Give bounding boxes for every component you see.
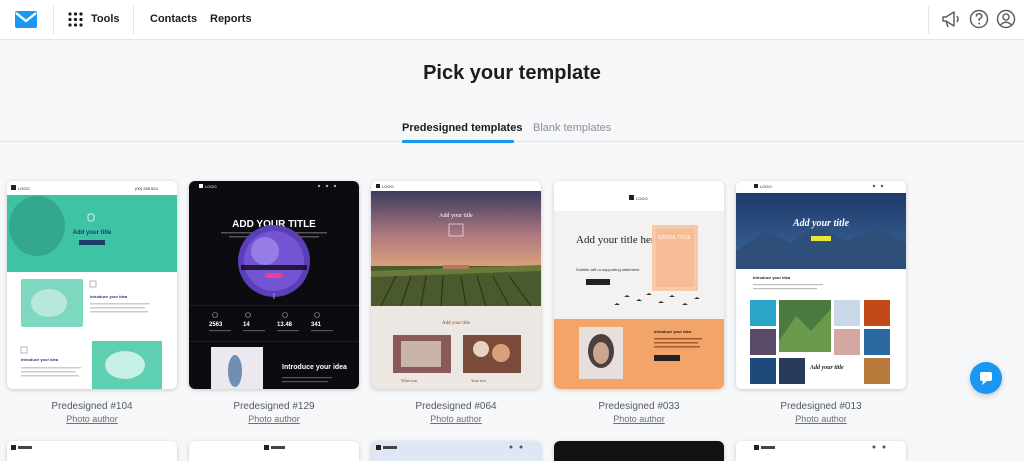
thumb-logo: LOGO: [636, 196, 648, 201]
thumb-stat-2: 14: [243, 322, 250, 328]
divider: [133, 6, 134, 34]
thumb-hero-title: Add your title: [792, 218, 850, 229]
thumb-section-title: Introduce your idea: [753, 275, 791, 280]
nav-contacts[interactable]: Contacts: [150, 13, 197, 25]
template-card-next-row[interactable]: [554, 441, 724, 461]
apps-grid-icon[interactable]: [68, 12, 83, 27]
megaphone-icon[interactable]: [940, 8, 962, 30]
template-card-064[interactable]: LOGO Add your title Add your title Wine …: [371, 181, 541, 389]
template-name: Predesigned #104: [51, 401, 133, 412]
template-thumbnail: [736, 441, 906, 461]
thumb-stat-3: 13.48: [277, 322, 293, 328]
thumb-section-title: Introduce your idea: [282, 364, 347, 371]
template-thumbnail: LOGO ADD YOUR TITLE 2563 14 13.48 341 In…: [189, 181, 359, 389]
thumb-logo: LOGO: [205, 184, 217, 189]
thumb-subtitle: Subtitle with a supporting statement: [576, 267, 640, 272]
thumb-caption-2: Your text: [471, 378, 487, 383]
chat-icon: [980, 372, 992, 385]
logo-icon[interactable]: [15, 11, 37, 28]
thumb-overlay-title: Add your title: [809, 365, 844, 371]
tab-blank-templates[interactable]: Blank templates: [533, 122, 611, 134]
template-card-next-row[interactable]: [7, 441, 177, 461]
thumb-section-title-2: Introduce your idea: [21, 357, 59, 362]
thumb-section-title: Introduce your idea: [654, 329, 692, 334]
thumb-phone: (00) 255 624: [135, 186, 158, 191]
template-card-next-row[interactable]: [189, 441, 359, 461]
template-card-next-row[interactable]: [371, 441, 541, 461]
thumb-stat-4: 341: [311, 322, 322, 328]
template-thumbnail: LOGO Add your title here Subtitle with a…: [554, 181, 724, 389]
thumb-hero-title: Add your title: [73, 230, 112, 236]
photo-author-link[interactable]: Photo author: [7, 414, 177, 424]
template-thumbnail: LOGO (00) 255 624 Add your title Introdu…: [7, 181, 177, 389]
tools-menu[interactable]: Tools: [91, 13, 120, 25]
template-card-013[interactable]: LOGO Add your title Introduce your idea …: [736, 181, 906, 389]
photo-author-link[interactable]: Photo author: [736, 414, 906, 424]
thumb-section-title: Add your title: [442, 321, 471, 326]
template-name: Predesigned #013: [780, 401, 862, 412]
template-thumbnail: LOGO Add your title Introduce your idea …: [736, 181, 906, 389]
thumb-hero-title: Add your title here: [576, 234, 660, 246]
nav-reports[interactable]: Reports: [210, 13, 252, 25]
active-tab-indicator: [402, 140, 514, 143]
template-name: Predesigned #129: [233, 401, 315, 412]
template-name: Predesigned #033: [598, 401, 680, 412]
thumb-section-title: Introduce your idea: [90, 294, 128, 299]
thumb-hero-title: Add your title: [439, 213, 473, 219]
divider: [53, 6, 54, 34]
template-thumbnail: [189, 441, 359, 461]
thumb-logo: LOGO: [382, 184, 394, 189]
top-navigation-bar: Tools Contacts Reports: [0, 0, 1024, 40]
thumb-logo: LOGO: [760, 184, 772, 189]
account-icon[interactable]: [995, 8, 1017, 30]
template-name: Predesigned #064: [415, 401, 497, 412]
template-thumbnail: [554, 441, 724, 461]
thumb-logo: LOGO: [18, 186, 30, 191]
thumb-stat-1: 2563: [209, 322, 223, 328]
tab-predesigned-templates[interactable]: Predesigned templates: [402, 122, 522, 134]
photo-author-link[interactable]: Photo author: [554, 414, 724, 424]
divider: [928, 6, 929, 34]
template-card-104[interactable]: LOGO (00) 255 624 Add your title Introdu…: [7, 181, 177, 389]
help-icon[interactable]: [968, 8, 990, 30]
template-card-next-row[interactable]: [736, 441, 906, 461]
photo-author-link[interactable]: Photo author: [189, 414, 359, 424]
template-thumbnail: LOGO Add your title Add your title Wine …: [371, 181, 541, 389]
template-thumbnail: [371, 441, 541, 461]
chat-button[interactable]: [970, 362, 1002, 394]
photo-author-link[interactable]: Photo author: [371, 414, 541, 424]
template-card-033[interactable]: LOGO Add your title here Subtitle with a…: [554, 181, 724, 389]
page-title: Pick your template: [423, 62, 601, 84]
template-thumbnail: [7, 441, 177, 461]
thumb-book-title: EBOOK TITLE: [658, 235, 691, 241]
template-card-129[interactable]: LOGO ADD YOUR TITLE 2563 14 13.48 341 In…: [189, 181, 359, 389]
thumb-caption-1: Wine tour: [401, 378, 418, 383]
